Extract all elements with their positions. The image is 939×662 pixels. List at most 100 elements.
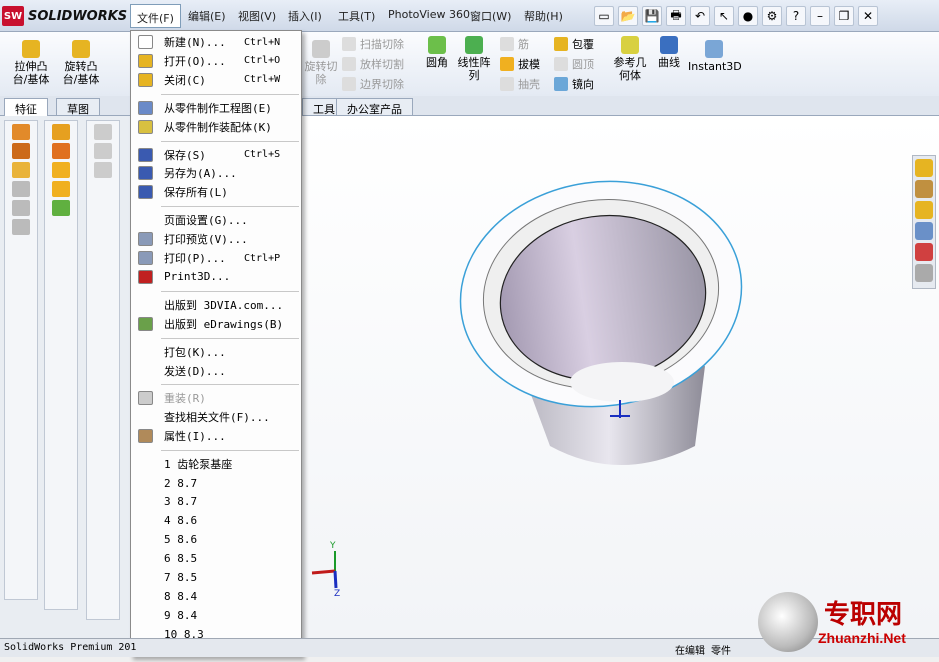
menu-help[interactable]: 帮助(H) [524,8,563,24]
file-menu-item-label: 重装(R) [164,392,206,406]
file-menu-item[interactable]: 8 8.4 [131,587,301,605]
design-library-icon[interactable] [915,180,933,198]
file-menu-item[interactable]: 打印(P)... Ctrl+P [131,249,301,267]
menu-separator [161,206,299,208]
fillet-button[interactable]: 圆角 [422,36,452,69]
mirror-button[interactable]: 镜向 [554,76,594,92]
file-menu-item[interactable]: 属性(I)... [131,427,301,445]
tab-office[interactable]: 办公室产品 [336,98,413,116]
instant3d-button[interactable]: Instant3D [688,40,742,73]
tool-icon[interactable] [52,143,70,159]
tool-icon[interactable] [94,162,112,178]
file-menu-item[interactable]: 3 8.7 [131,493,301,511]
select-icon[interactable]: ↖ [714,6,734,26]
menu-edit[interactable]: 编辑(E) [188,8,226,24]
file-menu-item[interactable]: 发送(D)... [131,362,301,380]
watermark: 专职网 Zhuanzhi.Net [758,592,936,654]
menu-file[interactable]: 文件(F) [130,4,181,28]
tab-features[interactable]: 特征 [4,98,48,116]
custom-properties-icon[interactable] [915,264,933,282]
new-icon[interactable]: ▭ [594,6,614,26]
file-menu-item[interactable]: 7 8.5 [131,569,301,587]
toolbar-column-3 [86,120,120,620]
file-menu-item[interactable]: 打印预览(V)... [131,230,301,248]
file-menu-item[interactable]: 9 8.4 [131,606,301,624]
tool-icon[interactable] [12,219,30,235]
tab-sketch[interactable]: 草图 [56,98,100,116]
file-menu-item[interactable]: 重装(R) [131,389,301,407]
reference-geometry-button[interactable]: 参考几 何体 [610,36,650,82]
print-icon[interactable]: 🖶 [666,6,686,26]
file-menu-item[interactable]: 出版到 eDrawings(B) [131,315,301,333]
open-icon[interactable]: 📂 [618,6,638,26]
rib-button[interactable]: 筋 [500,36,529,52]
file-menu-item[interactable]: 打开(O)... Ctrl+O [131,52,301,70]
file-menu-item[interactable]: 打包(K)... [131,343,301,361]
reload-icon [138,391,153,406]
dome-button[interactable]: 圆顶 [554,56,594,72]
save-icon[interactable]: 💾 [642,6,662,26]
linear-pattern-button[interactable]: 线性阵 列 [456,36,492,82]
restore-icon[interactable]: ❐ [834,6,854,26]
file-menu-item[interactable]: 关闭(C) Ctrl+W [131,71,301,89]
tool-icon[interactable] [52,200,70,216]
file-menu-item[interactable]: 新建(N)... Ctrl+N [131,33,301,51]
file-menu-item[interactable]: 从零件制作工程图(E) [131,99,301,117]
revolve-boss-button[interactable]: 旋转凸 台/基体 [58,40,104,86]
graphics-area[interactable]: Y Z [300,116,939,638]
lofted-cut-button[interactable]: 放样切割 [342,56,404,72]
menu-photoview[interactable]: PhotoView 360 [388,8,470,21]
tool-icon[interactable] [12,200,30,216]
tool-icon[interactable] [12,124,30,140]
file-menu-item[interactable]: 1 齿轮泵基座 [131,455,301,473]
help-icon[interactable]: ? [786,6,806,26]
menu-tools[interactable]: 工具(T) [338,8,375,24]
tool-icon[interactable] [52,181,70,197]
file-menu-item[interactable]: 出版到 3DVIA.com... [131,296,301,314]
swept-cut-icon [342,37,356,51]
draft-button[interactable]: 拔模 [500,56,540,72]
tool-icon[interactable] [52,162,70,178]
close-icon[interactable]: ✕ [858,6,878,26]
mirror-icon [554,77,568,91]
rebuild-icon[interactable]: ● [738,6,758,26]
options-icon[interactable]: ⚙ [762,6,782,26]
undo-icon[interactable]: ↶ [690,6,710,26]
tool-icon[interactable] [52,124,70,140]
menu-window[interactable]: 窗口(W) [470,8,511,24]
curves-button[interactable]: 曲线 [654,36,684,69]
tool-icon[interactable] [12,162,30,178]
file-menu-item[interactable]: 保存所有(L) [131,183,301,201]
wrap-button[interactable]: 包覆 [554,36,594,52]
file-menu-item[interactable]: 保存(S) Ctrl+S [131,146,301,164]
file-menu-item[interactable]: 页面设置(G)... [131,211,301,229]
appearances-icon[interactable] [915,243,933,261]
file-explorer-icon[interactable] [915,201,933,219]
file-menu-item[interactable]: 4 8.6 [131,512,301,530]
view-palette-icon[interactable] [915,222,933,240]
file-menu-item[interactable]: 6 8.5 [131,550,301,568]
menu-insert[interactable]: 插入(I) [288,8,322,24]
file-menu-item[interactable]: 另存为(A)... [131,164,301,182]
swept-cut-button[interactable]: 扫描切除 [342,36,404,52]
tool-icon[interactable] [94,124,112,140]
file-menu-item[interactable]: 2 8.7 [131,474,301,492]
tool-icon[interactable] [12,143,30,159]
file-menu-item[interactable]: 从零件制作装配体(K) [131,118,301,136]
file-menu-item-shortcut: Ctrl+N [244,36,281,48]
tool-icon[interactable] [94,143,112,159]
file-menu-item[interactable]: 5 8.6 [131,531,301,549]
draft-icon [500,57,514,71]
make-drawing-icon [138,100,153,115]
file-menu-item[interactable]: 查找相关文件(F)... [131,408,301,426]
minimize-icon[interactable]: – [810,6,830,26]
extrude-boss-button[interactable]: 拉伸凸 台/基体 [8,40,54,86]
file-menu-item[interactable]: Print3D... [131,268,301,286]
linear-pattern-icon [465,36,483,54]
revolved-cut-button[interactable]: 旋转切 除 [304,40,338,86]
menu-view[interactable]: 视图(V) [238,8,276,24]
shell-button[interactable]: 抽壳 [500,76,540,92]
tool-icon[interactable] [12,181,30,197]
home-icon[interactable] [915,159,933,177]
boundary-cut-button[interactable]: 边界切除 [342,76,404,92]
